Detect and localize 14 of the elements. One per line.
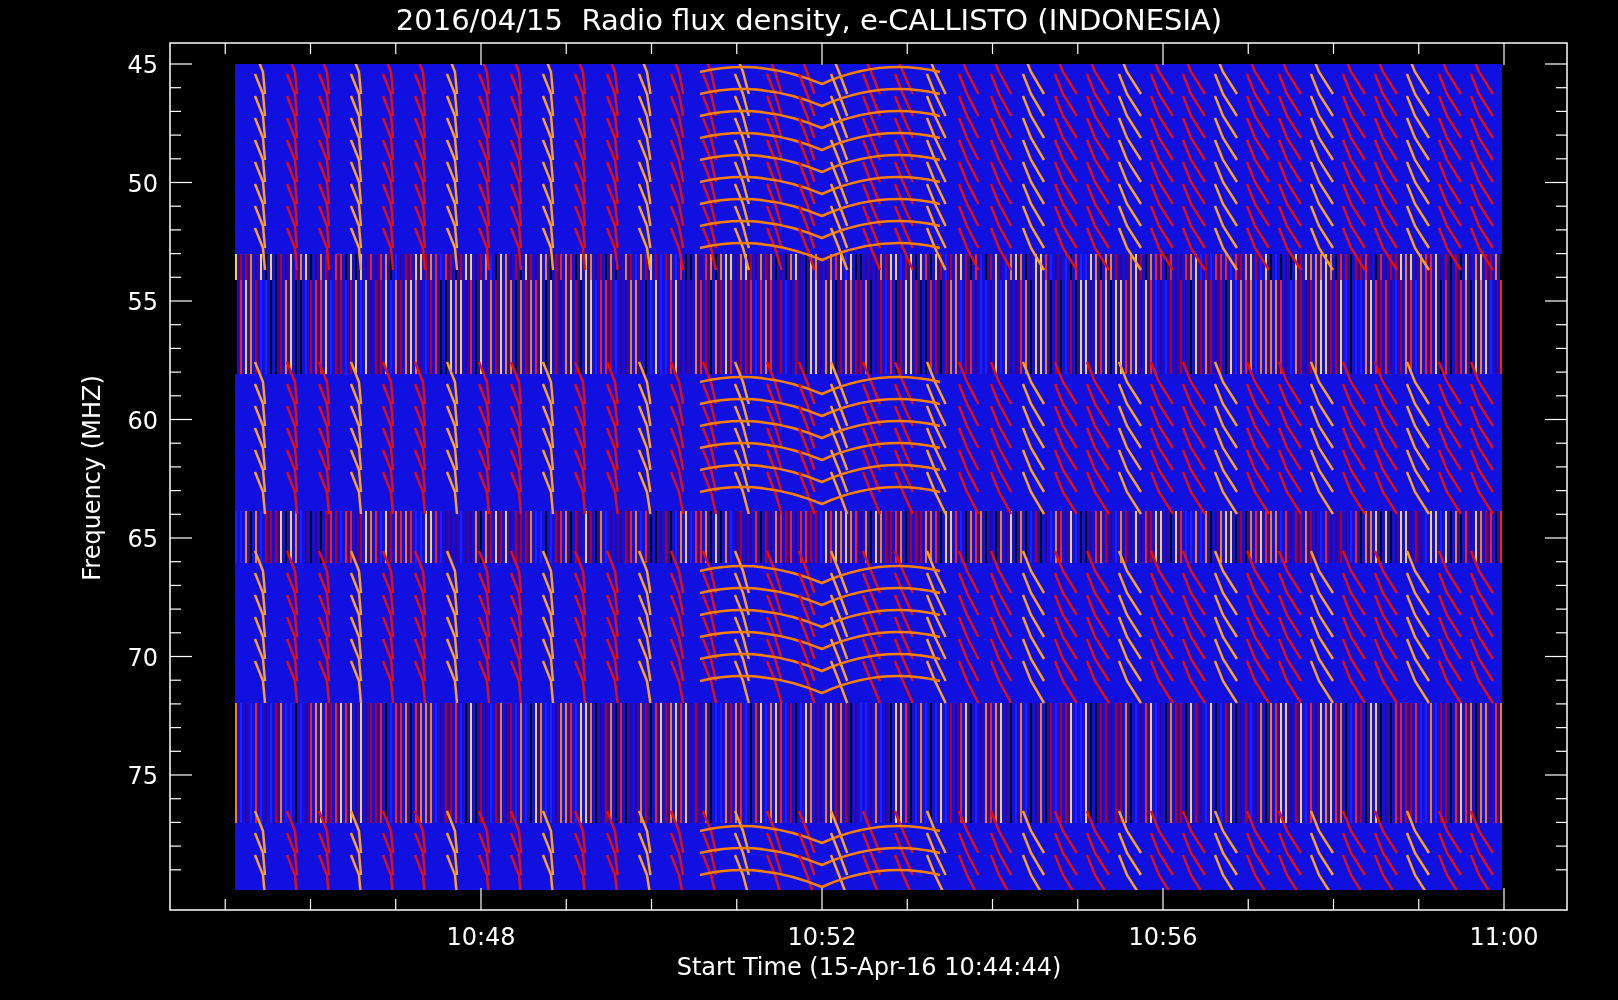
x-axis-label: Start Time (15-Apr-16 10:44:44) <box>676 953 1062 981</box>
y-tick-label: 45 <box>127 51 158 79</box>
plot-title: 2016/04/15 Radio flux density, e-CALLISTO (INDONESIA) <box>395 3 1223 37</box>
y-tick-label: 70 <box>127 643 158 672</box>
y-tick-label: 65 <box>127 525 158 553</box>
x-tick-label: 10:48 <box>446 923 516 951</box>
y-axis-label: Frequency (MHZ) <box>78 375 106 581</box>
x-tick-label: 10:52 <box>787 923 857 951</box>
y-tick-label: 60 <box>127 406 158 435</box>
y-tick-label: 75 <box>127 762 158 790</box>
x-tick-label: 10:56 <box>1128 923 1198 951</box>
y-tick-label: 55 <box>127 288 158 316</box>
x-tick-label: 11:00 <box>1469 923 1539 951</box>
y-tick-label: 50 <box>127 169 158 198</box>
